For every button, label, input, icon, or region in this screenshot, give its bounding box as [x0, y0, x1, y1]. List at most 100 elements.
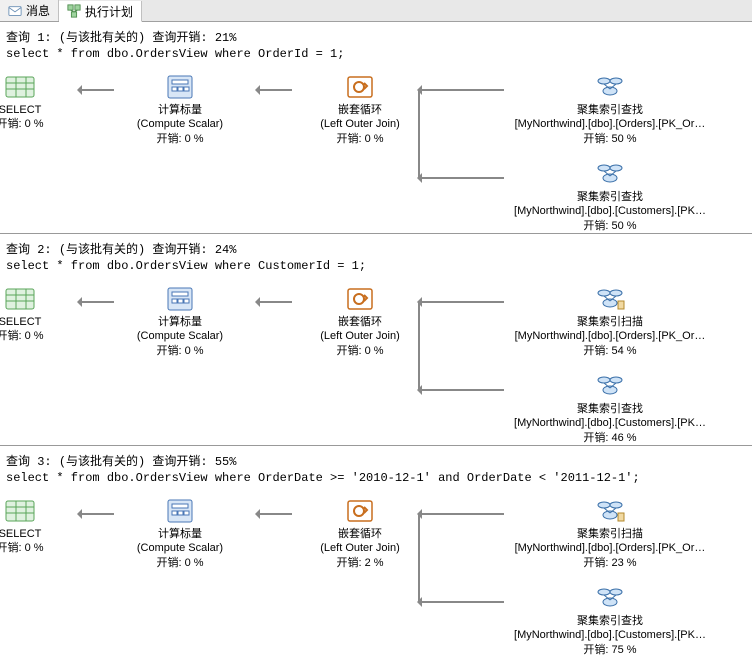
op-cost: 开销: 23 % — [490, 556, 730, 570]
op-title: SELECT — [0, 527, 80, 541]
op-index-scan-orders[interactable]: 聚集索引扫描 [MyNorthwind].[dbo].[Orders].[PK_… — [490, 285, 730, 358]
op-sub: [MyNorthwind].[dbo].[Customers].[PK… — [490, 416, 730, 430]
query-section-3: 查询 3: (与该批有关的) 查询开销: 55% select * from d… — [0, 446, 752, 657]
plan-canvas[interactable]: SELECT 开销: 0 % 计算标量 (Compute Scalar) 开销:… — [0, 65, 752, 225]
clustered-index-seek-icon — [594, 73, 626, 101]
op-cost: 开销: 0 % — [280, 344, 440, 358]
op-cost: 开销: 0 % — [100, 556, 260, 570]
op-sub: [MyNorthwind].[dbo].[Orders].[PK_Or… — [490, 329, 730, 343]
query-header-prefix: 查询 2: — [6, 243, 59, 257]
op-nested-loops[interactable]: 嵌套循环 (Left Outer Join) 开销: 0 % — [280, 73, 440, 146]
tab-exec-plan-label: 执行计划 — [85, 3, 133, 20]
op-cost: 开销: 0 % — [0, 329, 80, 343]
op-cost: 开销: 0 % — [0, 117, 80, 131]
clustered-index-scan-icon — [594, 285, 626, 313]
op-cost: 开销: 46 % — [490, 431, 730, 445]
op-title: 嵌套循环 — [280, 527, 440, 541]
op-title: 聚集索引扫描 — [490, 527, 730, 541]
op-cost: 开销: 50 % — [490, 219, 730, 233]
exec-plan-icon — [67, 4, 81, 18]
op-title: 嵌套循环 — [280, 103, 440, 117]
op-sub: (Left Outer Join) — [280, 541, 440, 555]
messages-icon — [8, 4, 22, 18]
query-header-prefix: 查询 1: — [6, 31, 59, 45]
op-nested-loops[interactable]: 嵌套循环 (Left Outer Join) 开销: 2 % — [280, 497, 440, 570]
op-compute-scalar[interactable]: 计算标量 (Compute Scalar) 开销: 0 % — [100, 73, 260, 146]
query-header-pct: 55% — [215, 455, 237, 469]
query-header: 查询 3: (与该批有关的) 查询开销: 55% — [0, 450, 752, 471]
clustered-index-seek-icon — [594, 372, 626, 400]
plan-canvas[interactable]: SELECT 开销: 0 % 计算标量 (Compute Scalar) 开销:… — [0, 489, 752, 649]
op-cost: 开销: 54 % — [490, 344, 730, 358]
query-header: 查询 2: (与该批有关的) 查询开销: 24% — [0, 238, 752, 259]
op-cost: 开销: 50 % — [490, 132, 730, 146]
compute-scalar-icon — [164, 73, 196, 101]
select-icon — [4, 73, 36, 101]
plan-canvas[interactable]: SELECT 开销: 0 % 计算标量 (Compute Scalar) 开销:… — [0, 277, 752, 437]
query-header-prefix: 查询 3: — [6, 455, 59, 469]
op-title: SELECT — [0, 103, 80, 117]
clustered-index-scan-icon — [594, 497, 626, 525]
op-title: 聚集索引查找 — [490, 402, 730, 416]
select-icon — [4, 285, 36, 313]
op-title: 聚集索引查找 — [490, 614, 730, 628]
op-select[interactable]: SELECT 开销: 0 % — [0, 73, 80, 132]
op-sub: [MyNorthwind].[dbo].[Customers].[PK… — [490, 204, 730, 218]
query-sql: select * from dbo.OrdersView where Order… — [0, 471, 752, 489]
op-sub: [MyNorthwind].[dbo].[Orders].[PK_Or… — [490, 541, 730, 555]
op-sub: (Compute Scalar) — [100, 329, 260, 343]
op-index-seek-customers[interactable]: 聚集索引查找 [MyNorthwind].[dbo].[Customers].[… — [490, 584, 730, 657]
op-cost: 开销: 75 % — [490, 643, 730, 657]
op-title: 聚集索引查找 — [490, 190, 730, 204]
op-index-scan-orders[interactable]: 聚集索引扫描 [MyNorthwind].[dbo].[Orders].[PK_… — [490, 497, 730, 570]
op-compute-scalar[interactable]: 计算标量 (Compute Scalar) 开销: 0 % — [100, 285, 260, 358]
clustered-index-seek-icon — [594, 584, 626, 612]
nested-loops-icon — [344, 497, 376, 525]
op-select[interactable]: SELECT 开销: 0 % — [0, 285, 80, 344]
query-section-1: 查询 1: (与该批有关的) 查询开销: 21% select * from d… — [0, 22, 752, 234]
op-nested-loops[interactable]: 嵌套循环 (Left Outer Join) 开销: 0 % — [280, 285, 440, 358]
query-sql: select * from dbo.OrdersView where Order… — [0, 47, 752, 65]
query-header-mid: (与该批有关的) 查询开销: — [59, 243, 215, 257]
op-cost: 开销: 0 % — [100, 344, 260, 358]
query-sql: select * from dbo.OrdersView where Custo… — [0, 259, 752, 277]
op-title: 计算标量 — [100, 103, 260, 117]
tab-exec-plan[interactable]: 执行计划 — [59, 1, 142, 22]
nested-loops-icon — [344, 73, 376, 101]
op-title: 计算标量 — [100, 315, 260, 329]
query-section-2: 查询 2: (与该批有关的) 查询开销: 24% select * from d… — [0, 234, 752, 446]
op-title: SELECT — [0, 315, 80, 329]
select-icon — [4, 497, 36, 525]
op-title: 聚集索引扫描 — [490, 315, 730, 329]
op-cost: 开销: 0 % — [0, 541, 80, 555]
tab-messages[interactable]: 消息 — [0, 0, 59, 21]
arrow-connector — [418, 513, 420, 603]
op-sub: [MyNorthwind].[dbo].[Orders].[PK_Or… — [490, 117, 730, 131]
clustered-index-seek-icon — [594, 160, 626, 188]
compute-scalar-icon — [164, 285, 196, 313]
query-header: 查询 1: (与该批有关的) 查询开销: 21% — [0, 26, 752, 47]
op-title: 计算标量 — [100, 527, 260, 541]
op-sub: [MyNorthwind].[dbo].[Customers].[PK… — [490, 628, 730, 642]
nested-loops-icon — [344, 285, 376, 313]
op-sub: (Compute Scalar) — [100, 117, 260, 131]
compute-scalar-icon — [164, 497, 196, 525]
op-title: 嵌套循环 — [280, 315, 440, 329]
query-header-mid: (与该批有关的) 查询开销: — [59, 455, 215, 469]
op-sub: (Left Outer Join) — [280, 329, 440, 343]
op-cost: 开销: 0 % — [100, 132, 260, 146]
op-select[interactable]: SELECT 开销: 0 % — [0, 497, 80, 556]
op-title: 聚集索引查找 — [490, 103, 730, 117]
op-index-seek-customers[interactable]: 聚集索引查找 [MyNorthwind].[dbo].[Customers].[… — [490, 372, 730, 445]
op-sub: (Left Outer Join) — [280, 117, 440, 131]
op-index-seek-orders[interactable]: 聚集索引查找 [MyNorthwind].[dbo].[Orders].[PK_… — [490, 73, 730, 146]
tab-messages-label: 消息 — [26, 2, 50, 19]
op-compute-scalar[interactable]: 计算标量 (Compute Scalar) 开销: 0 % — [100, 497, 260, 570]
query-header-mid: (与该批有关的) 查询开销: — [59, 31, 215, 45]
op-cost: 开销: 2 % — [280, 556, 440, 570]
query-header-pct: 24% — [215, 243, 237, 257]
tab-bar: 消息 执行计划 — [0, 0, 752, 22]
op-cost: 开销: 0 % — [280, 132, 440, 146]
arrow-connector — [418, 89, 420, 179]
op-index-seek-customers[interactable]: 聚集索引查找 [MyNorthwind].[dbo].[Customers].[… — [490, 160, 730, 233]
